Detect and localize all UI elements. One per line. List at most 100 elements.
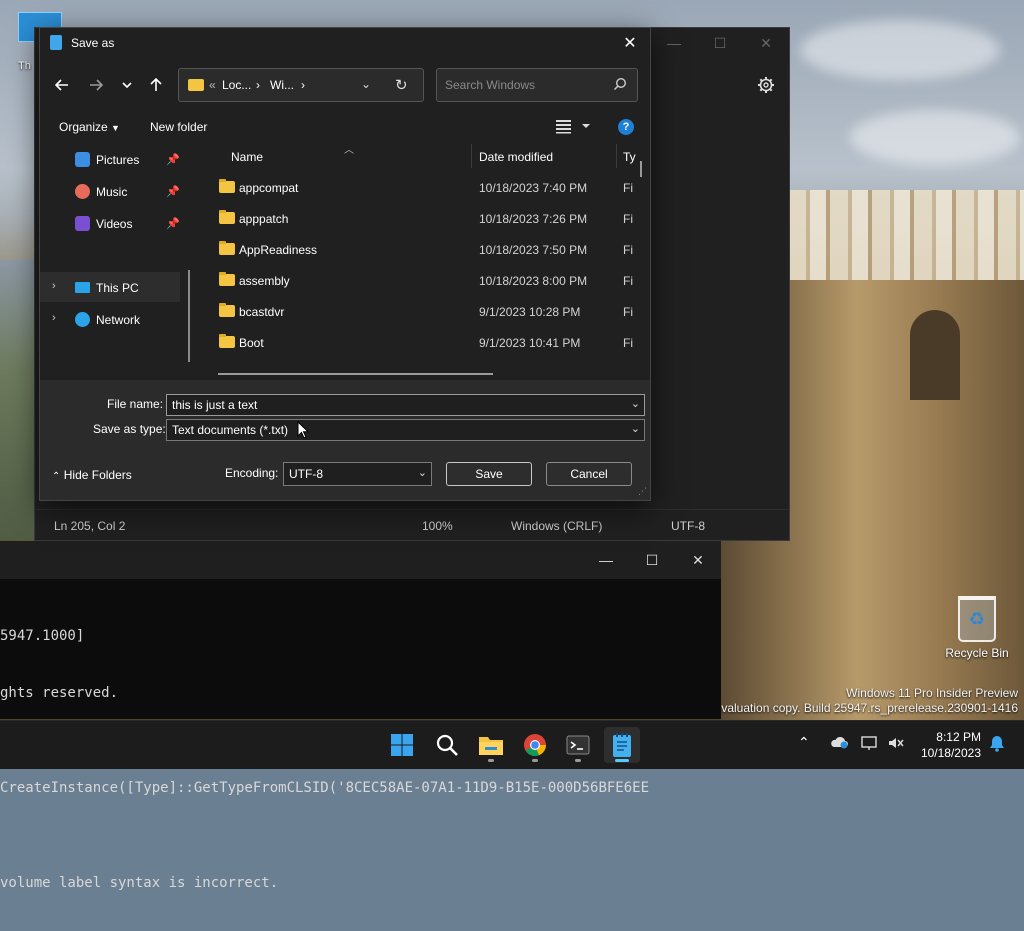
- nav-item-this-pc[interactable]: › This PC: [40, 272, 180, 302]
- column-divider[interactable]: [616, 144, 617, 168]
- status-line-ending[interactable]: Windows (CRLF): [511, 519, 602, 533]
- resize-grip-icon[interactable]: ⋰: [638, 486, 647, 497]
- up-arrow-icon[interactable]: [144, 73, 168, 97]
- nav-item-label: Pictures: [96, 153, 140, 167]
- save-as-type-select[interactable]: Text documents (*.txt) ⌄: [166, 419, 645, 441]
- save-as-dialog[interactable]: Save as ✕ « Loc... › Wi... › ⌄ ↻ Search …: [39, 27, 651, 501]
- running-indicator: [532, 759, 538, 762]
- running-indicator: [488, 759, 494, 762]
- nav-item-network[interactable]: › Network: [40, 304, 180, 334]
- forward-arrow-icon[interactable]: [84, 73, 108, 97]
- breadcrumb-local-disk[interactable]: Loc...: [222, 78, 251, 92]
- notepad-close-button[interactable]: ✕: [743, 28, 789, 58]
- file-row[interactable]: appcompat 10/18/2023 7:40 PM Fi: [200, 172, 640, 203]
- breadcrumb-separator[interactable]: ›: [301, 78, 305, 92]
- recent-locations-chevron-icon[interactable]: [115, 73, 139, 97]
- start-button[interactable]: [384, 727, 420, 763]
- chevron-down-icon[interactable]: ⌄: [631, 397, 640, 410]
- hide-folders-button[interactable]: ⌃ Hide Folders: [52, 468, 132, 482]
- music-icon: [75, 184, 90, 199]
- dialog-close-button[interactable]: ✕: [616, 30, 644, 56]
- terminal-window[interactable]: — ☐ ✕ 5947.1000] ghts reserved. CreateIn…: [0, 541, 721, 891]
- terminal-maximize-button[interactable]: ☐: [629, 541, 675, 579]
- file-row[interactable]: apppatch 10/18/2023 7:26 PM Fi: [200, 203, 640, 234]
- status-encoding[interactable]: UTF-8: [671, 519, 705, 533]
- search-box[interactable]: Search Windows: [436, 68, 638, 102]
- bridge-arch: [910, 310, 960, 400]
- taskbar-file-explorer[interactable]: [473, 727, 509, 763]
- refresh-icon[interactable]: ↻: [395, 76, 408, 94]
- recycle-bin-label: Recycle Bin: [945, 646, 1009, 660]
- terminal-titlebar[interactable]: — ☐ ✕: [0, 541, 721, 579]
- taskbar-notepad[interactable]: [604, 727, 640, 763]
- file-name-input[interactable]: this is just a text: [172, 398, 257, 412]
- column-header-name[interactable]: Name: [231, 150, 263, 164]
- search-input[interactable]: Search Windows: [445, 78, 535, 92]
- chevron-up-icon: ⌃: [52, 471, 61, 482]
- volume-muted-icon[interactable]: [887, 735, 905, 754]
- pictures-icon: [75, 152, 90, 167]
- cancel-button[interactable]: Cancel: [546, 462, 632, 486]
- breadcrumb-separator[interactable]: ›: [256, 78, 260, 92]
- file-row[interactable]: Boot 9/1/2023 10:41 PM Fi: [200, 327, 640, 358]
- file-list-horizontal-scrollbar[interactable]: [218, 373, 493, 375]
- file-list-vertical-scrollbar[interactable]: [640, 161, 642, 177]
- notification-bell-icon[interactable]: [989, 735, 1005, 755]
- back-arrow-icon[interactable]: [50, 73, 74, 97]
- notepad-app-icon: [50, 35, 62, 50]
- file-row[interactable]: assembly 10/18/2023 8:00 PM Fi: [200, 265, 640, 296]
- address-history-chevron-icon[interactable]: ⌄: [361, 77, 371, 91]
- notepad-maximize-button[interactable]: ☐: [697, 28, 743, 58]
- address-overflow[interactable]: «: [209, 78, 216, 92]
- help-icon[interactable]: ?: [618, 119, 634, 135]
- settings-gear-icon[interactable]: [757, 76, 775, 94]
- breadcrumb-windows[interactable]: Wi...: [270, 78, 294, 92]
- expand-chevron-icon[interactable]: ›: [52, 312, 56, 324]
- column-header-type[interactable]: Ty: [623, 150, 636, 164]
- column-divider[interactable]: [471, 144, 472, 168]
- search-icon[interactable]: [613, 77, 627, 94]
- nav-item-videos[interactable]: Videos 📌: [40, 208, 180, 238]
- network-icon: [75, 312, 90, 327]
- save-button[interactable]: Save: [446, 462, 532, 486]
- new-folder-button[interactable]: New folder: [150, 120, 207, 134]
- address-bar[interactable]: « Loc... › Wi... › ⌄ ↻: [178, 68, 424, 102]
- taskbar-search-button[interactable]: [429, 727, 465, 763]
- file-row[interactable]: bcastdvr 9/1/2023 10:28 PM Fi: [200, 296, 640, 327]
- network-status-icon[interactable]: [861, 735, 879, 754]
- taskbar-clock[interactable]: 8:12 PM 10/18/2023: [916, 729, 981, 761]
- encoding-select[interactable]: UTF-8 ⌄: [283, 462, 432, 486]
- file-type-cell: Fi: [623, 336, 633, 350]
- terminal-close-button[interactable]: ✕: [675, 541, 721, 579]
- navigation-pane[interactable]: Pictures 📌 Music 📌 Videos 📌 › This PC › …: [40, 142, 198, 380]
- chevron-down-icon[interactable]: ⌄: [418, 466, 427, 479]
- file-type-cell: Fi: [623, 305, 633, 319]
- file-date-cell: 9/1/2023 10:41 PM: [479, 336, 581, 350]
- onedrive-icon[interactable]: [830, 735, 848, 752]
- recycle-bin[interactable]: ♻ Recycle Bin: [942, 596, 1012, 660]
- notepad-minimize-button[interactable]: —: [651, 28, 697, 58]
- status-zoom[interactable]: 100%: [422, 519, 453, 533]
- terminal-minimize-button[interactable]: —: [583, 541, 629, 579]
- folder-icon: [219, 303, 235, 317]
- expand-chevron-icon[interactable]: ›: [52, 280, 56, 292]
- chevron-down-icon[interactable]: ⌄: [631, 422, 640, 435]
- nav-item-music[interactable]: Music 📌: [40, 176, 180, 206]
- nav-pane-scrollbar[interactable]: [188, 270, 190, 362]
- taskbar-terminal[interactable]: [560, 727, 596, 763]
- save-as-type-value: Text documents (*.txt): [172, 423, 289, 437]
- chevron-down-icon: ▼: [111, 123, 120, 133]
- show-hidden-icons-chevron-icon[interactable]: ⌃: [798, 734, 810, 751]
- change-view-button[interactable]: [555, 118, 595, 137]
- column-header-date-modified[interactable]: Date modified: [479, 150, 553, 164]
- file-name-combo[interactable]: this is just a text ⌄: [166, 394, 645, 416]
- organize-button[interactable]: Organize ▼: [59, 120, 120, 134]
- dialog-titlebar[interactable]: Save as ✕: [40, 28, 650, 58]
- nav-item-pictures[interactable]: Pictures 📌: [40, 144, 180, 174]
- file-row[interactable]: AppReadiness 10/18/2023 7:50 PM Fi: [200, 234, 640, 265]
- file-list[interactable]: ︿ Name Date modified Ty appcompat 10/18/2…: [200, 142, 650, 380]
- start-icon: [391, 734, 413, 756]
- nav-item-label: Music: [96, 185, 128, 199]
- windows-watermark: Windows 11 Pro Insider Preview Evaluatio…: [713, 686, 1018, 716]
- taskbar-chrome[interactable]: [517, 727, 553, 763]
